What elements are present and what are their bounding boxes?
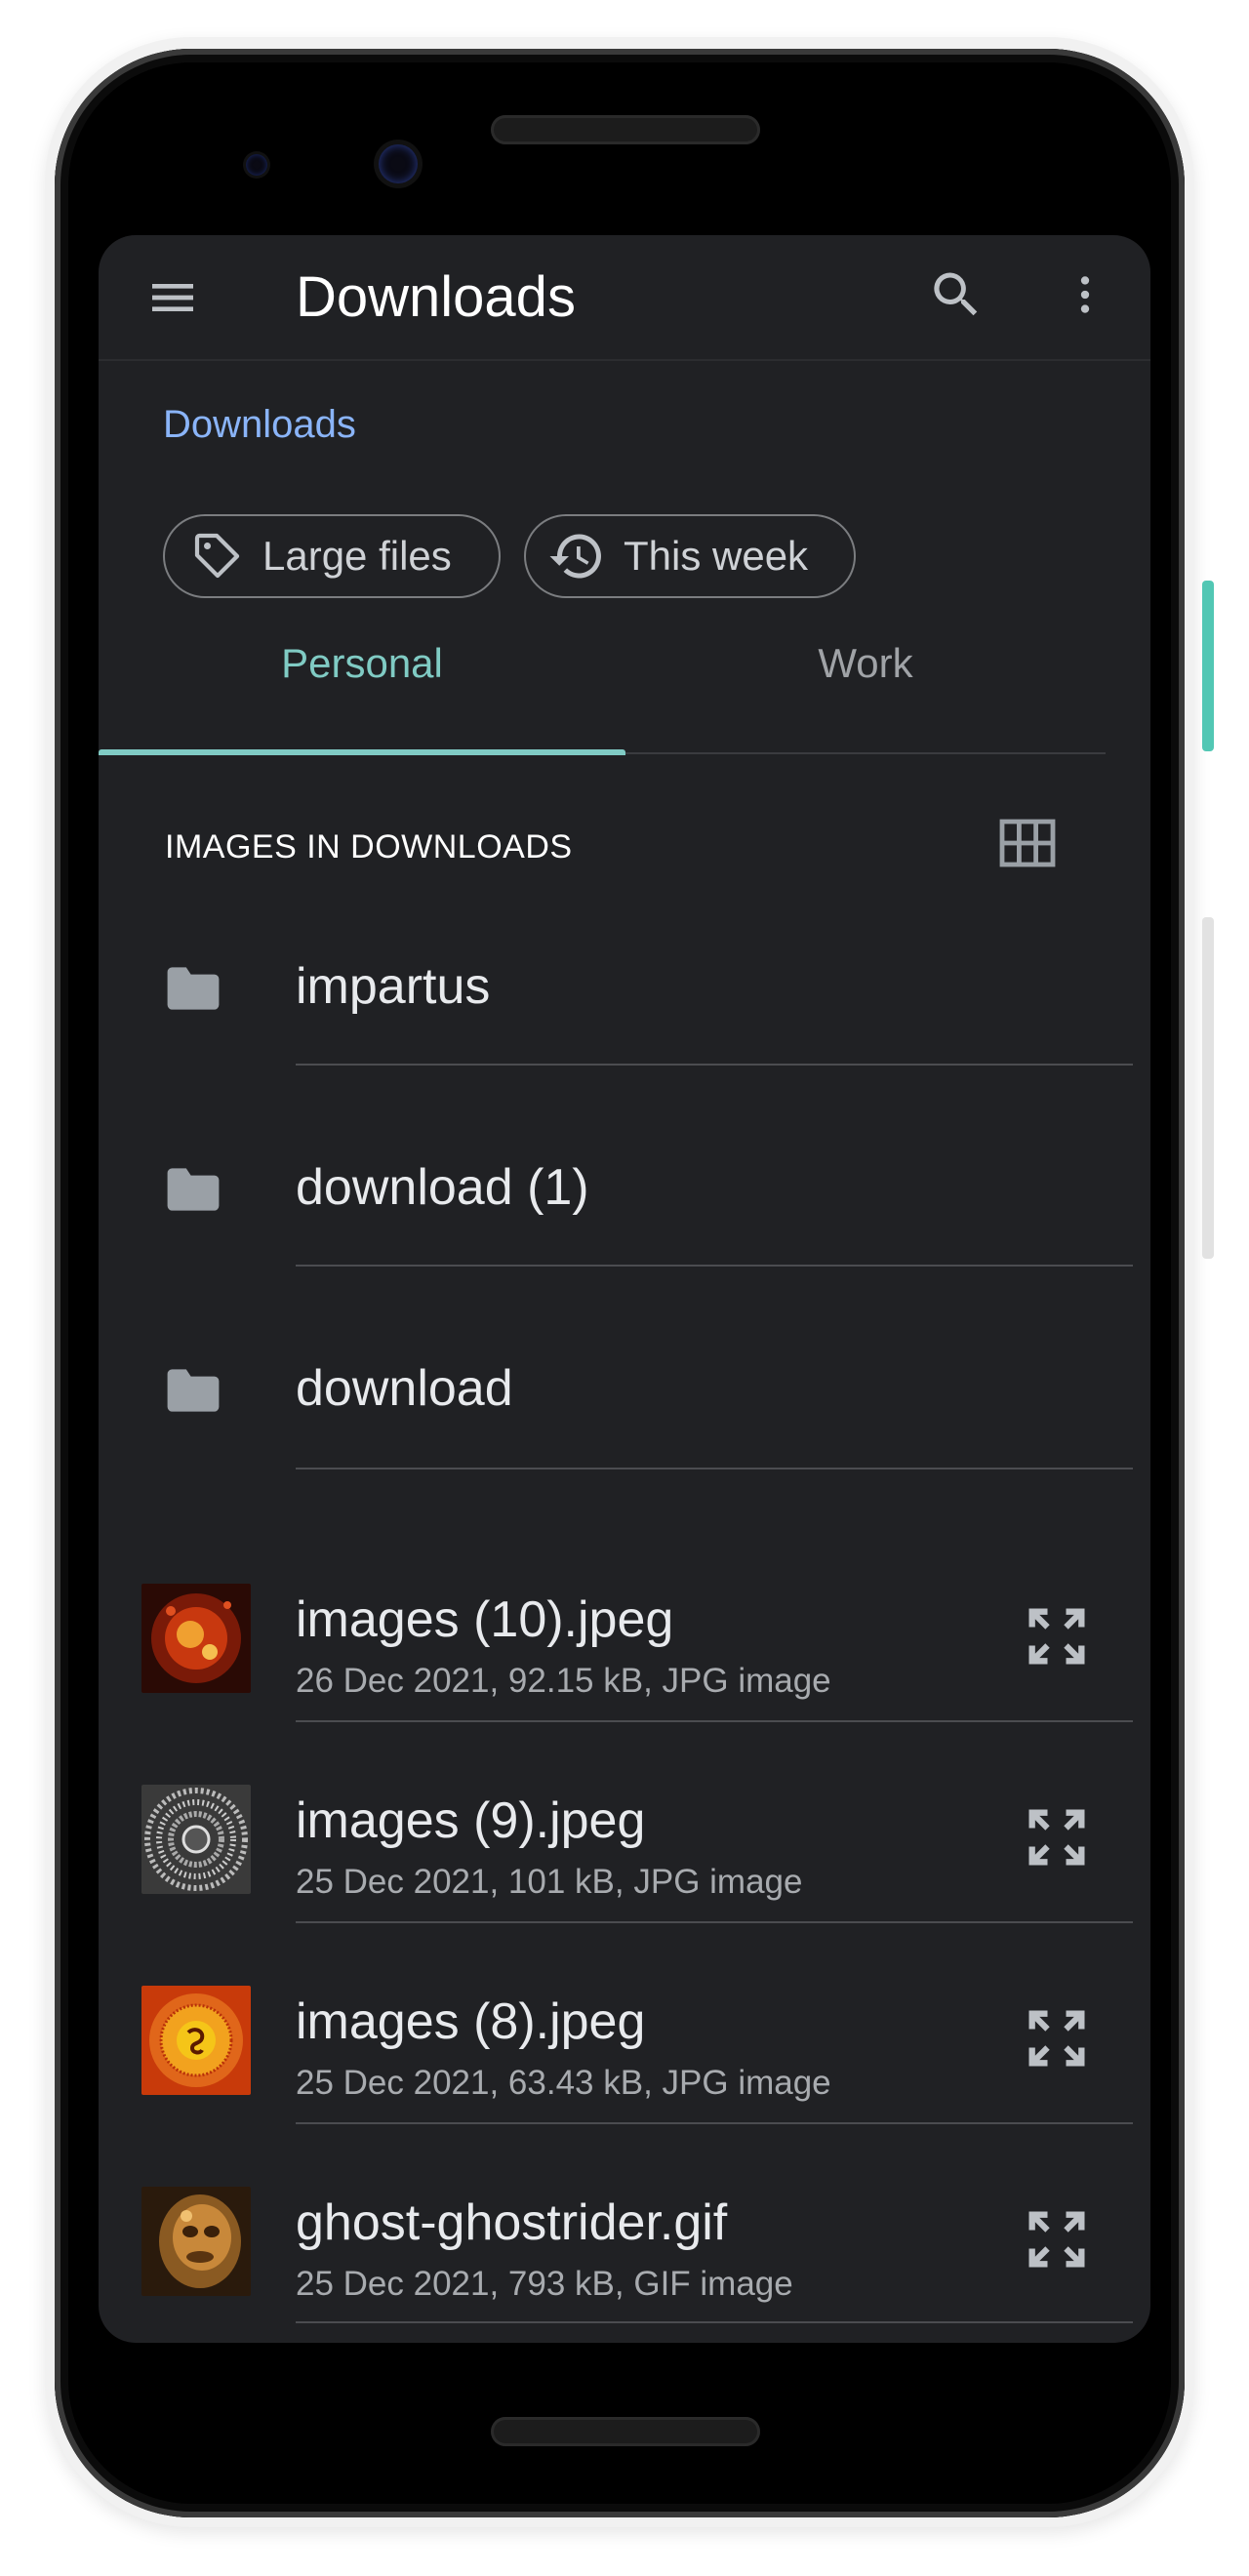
row-divider	[296, 2122, 1133, 2124]
breadcrumb[interactable]: Downloads	[163, 403, 356, 447]
more-vert-icon	[1080, 276, 1090, 313]
file-meta: 26 Dec 2021, 92.15 kB, JPG image	[296, 1662, 831, 1700]
tab-personal[interactable]: Personal	[99, 625, 625, 702]
front-sensor	[246, 154, 267, 176]
more-options-button[interactable]	[1061, 264, 1109, 325]
tab-selected-indicator	[99, 749, 625, 755]
screen: Downloads Downloads Large files This wee…	[99, 235, 1150, 2343]
view-toggle-button[interactable]	[996, 816, 1059, 870]
file-meta: 25 Dec 2021, 793 kB, GIF image	[296, 2265, 793, 2303]
menu-button[interactable]	[145, 270, 200, 325]
app-bar: Downloads	[99, 235, 1150, 361]
expand-icon	[1028, 2211, 1085, 2268]
row-divider	[296, 1064, 1133, 1066]
folder-row-download-1[interactable]: download (1)	[99, 1115, 1150, 1315]
file-meta: 25 Dec 2021, 63.43 kB, JPG image	[296, 2064, 831, 2102]
power-button	[1202, 581, 1214, 751]
folder-icon	[167, 967, 220, 1010]
label-tag-icon	[194, 533, 240, 579]
chip-this-week[interactable]: This week	[524, 514, 856, 598]
chip-label: This week	[624, 533, 809, 579]
menu-icon	[152, 284, 193, 311]
file-row-images-10[interactable]: images (10).jpeg 26 Dec 2021, 92.15 kB, …	[99, 1566, 1150, 1766]
bottom-speaker	[491, 2417, 760, 2446]
file-thumbnail	[141, 1785, 251, 1894]
row-divider	[296, 1468, 1133, 1469]
expand-icon	[1028, 1809, 1085, 1866]
section-title: IMAGES IN DOWNLOADS	[165, 828, 573, 865]
grid-view-icon	[999, 819, 1056, 867]
file-name: images (8).jpeg	[296, 1993, 646, 2050]
front-camera	[379, 144, 418, 183]
search-icon	[934, 272, 978, 316]
expand-button[interactable]	[1020, 2202, 1094, 2276]
file-row-images-8[interactable]: images (8).jpeg 25 Dec 2021, 63.43 kB, J…	[99, 1968, 1150, 2168]
chip-large-files[interactable]: Large files	[163, 514, 501, 598]
folder-icon	[167, 1369, 220, 1412]
file-row-images-9[interactable]: images (9).jpeg 25 Dec 2021, 101 kB, JPG…	[99, 1767, 1150, 1967]
file-row-ghost-ghostrider[interactable]: ghost-ghostrider.gif 25 Dec 2021, 793 kB…	[99, 2169, 1150, 2343]
folder-name: download (1)	[296, 1159, 589, 1216]
expand-button[interactable]	[1020, 1599, 1094, 1673]
tab-work[interactable]: Work	[625, 625, 1106, 702]
folder-row-download[interactable]: download	[99, 1316, 1150, 1516]
volume-button	[1202, 917, 1214, 1259]
tab-bar: Personal Work	[99, 625, 1106, 704]
file-name: ghost-ghostrider.gif	[296, 2194, 728, 2251]
file-name: images (10).jpeg	[296, 1591, 674, 1648]
file-thumbnail	[141, 1986, 251, 2095]
search-button[interactable]	[926, 264, 987, 325]
app-title: Downloads	[296, 265, 576, 329]
expand-button[interactable]	[1020, 1800, 1094, 1874]
folder-name: download	[296, 1360, 513, 1417]
file-name: images (9).jpeg	[296, 1792, 646, 1849]
expand-icon	[1028, 1608, 1085, 1665]
expand-button[interactable]	[1020, 2001, 1094, 2075]
folder-row-impartus[interactable]: impartus	[99, 914, 1150, 1114]
file-thumbnail	[141, 1584, 251, 1693]
earpiece-speaker	[491, 115, 760, 144]
row-divider	[296, 1265, 1133, 1267]
row-divider	[296, 2321, 1133, 2323]
file-meta: 25 Dec 2021, 101 kB, JPG image	[296, 1863, 803, 1901]
chip-label: Large files	[262, 533, 452, 579]
folder-icon	[167, 1168, 220, 1211]
history-icon	[549, 534, 601, 579]
folder-name: impartus	[296, 958, 491, 1015]
expand-icon	[1028, 2010, 1085, 2067]
file-thumbnail	[141, 2187, 251, 2296]
row-divider	[296, 1921, 1133, 1923]
row-divider	[296, 1720, 1133, 1722]
